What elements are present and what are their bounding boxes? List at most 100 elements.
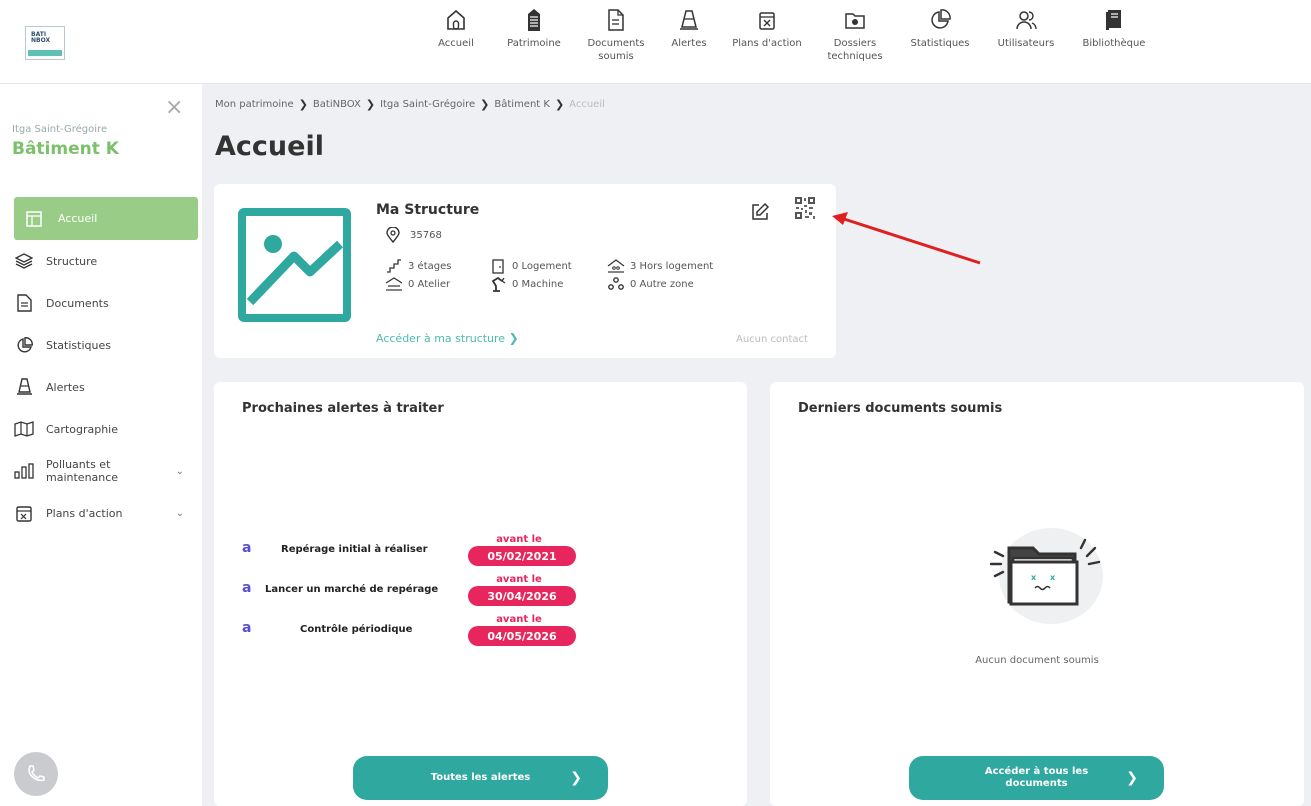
nav-utilisateurs[interactable]: Utilisateurs: [982, 0, 1070, 84]
sidebar-item-polluants[interactable]: Polluants et maintenance ⌄: [14, 450, 198, 492]
structure-name: Ma Structure: [376, 202, 480, 218]
alert-date-badge: 04/05/2026: [468, 626, 576, 646]
alert-label: Lancer un marché de repérage: [265, 584, 439, 595]
alert-marker: a: [242, 620, 252, 636]
layers-icon: [14, 253, 34, 269]
stat-logement: 0 Logement: [488, 258, 606, 274]
edit-icon[interactable]: [750, 202, 770, 226]
alert-date-badge: 30/04/2026: [468, 586, 576, 606]
breadcrumb-item[interactable]: Itga Saint-Grégoire: [380, 99, 475, 110]
workshop-icon: [384, 277, 404, 291]
sidebar-item-structure[interactable]: Structure: [14, 240, 198, 282]
alert-label: Repérage initial à réaliser: [281, 544, 428, 555]
top-navigation-bar: BATI NBOX Accueil Patrimoine Documents s…: [0, 0, 1311, 84]
document-icon: [14, 294, 34, 312]
phone-icon[interactable]: [14, 752, 58, 796]
chevron-down-icon[interactable]: ⌄: [176, 466, 184, 477]
robot-arm-icon: [488, 276, 508, 292]
chevron-right-icon: ❯: [480, 98, 490, 111]
nav-plans-action[interactable]: Plans d'action: [722, 0, 812, 84]
alert-before-label: avant le: [496, 614, 542, 625]
structure-contact: Aucun contact: [736, 334, 808, 345]
empty-state-text: Aucun document soumis: [975, 655, 1099, 666]
roof-icon: [606, 259, 626, 273]
sidebar-subtitle: Itga Saint-Grégoire: [12, 124, 108, 135]
sidebar-item-documents[interactable]: Documents: [14, 282, 198, 324]
alert-label: Contrôle périodique: [300, 624, 413, 635]
logo-text: BATI NBOX: [31, 31, 51, 44]
chevron-right-icon: ❯: [1126, 770, 1138, 786]
main-nav: Accueil Patrimoine Documents soumis Aler…: [420, 0, 1158, 84]
qr-code-icon[interactable]: [794, 196, 816, 220]
breadcrumb-item[interactable]: Bâtiment K: [494, 99, 550, 110]
svg-text:x: x: [1031, 573, 1037, 582]
alerts-list: a Repérage initial à réaliser avant le 0…: [242, 534, 582, 655]
chevron-right-icon: ❯: [508, 331, 519, 345]
nav-alertes[interactable]: Alertes: [656, 0, 722, 84]
sidebar: × Itga Saint-Grégoire Bâtiment K Accueil…: [0, 84, 202, 806]
documents-panel-title: Derniers documents soumis: [798, 401, 1003, 416]
document-icon: [605, 8, 627, 32]
chevron-right-icon: ❯: [365, 98, 376, 111]
svg-text:x: x: [1050, 573, 1056, 582]
stat-autre-zone: 0 Autre zone: [606, 277, 694, 291]
pie-chart-icon: [929, 8, 951, 32]
map-icon: [14, 421, 34, 437]
alert-item[interactable]: a Repérage initial à réaliser avant le 0…: [242, 534, 582, 575]
calendar-x-icon: [756, 8, 778, 32]
users-icon: [1015, 8, 1037, 32]
sidebar-item-accueil[interactable]: Accueil: [14, 197, 198, 240]
stat-machine: 0 Machine: [488, 276, 606, 292]
stat-etages: 3 étages: [384, 259, 488, 273]
door-icon: [488, 258, 508, 274]
nav-dossiers-techniques[interactable]: Dossiers techniques: [812, 0, 898, 84]
sidebar-item-cartographie[interactable]: Cartographie: [14, 408, 198, 450]
nav-documents-soumis[interactable]: Documents soumis: [576, 0, 656, 84]
sidebar-item-alertes[interactable]: Alertes: [14, 366, 198, 408]
structure-card: Ma Structure 35768 3 étages 0 Logement 3…: [214, 184, 836, 358]
sidebar-item-plans-action[interactable]: Plans d'action ⌄: [14, 492, 198, 534]
alert-marker: a: [242, 540, 252, 556]
chevron-right-icon: ❯: [298, 98, 308, 111]
alert-before-label: avant le: [496, 574, 542, 585]
structure-link[interactable]: Accéder à ma structure ❯: [376, 331, 519, 345]
breadcrumb-item[interactable]: BatiNBOX: [313, 99, 361, 110]
close-icon[interactable]: ×: [165, 97, 183, 119]
sidebar-item-statistiques[interactable]: Statistiques: [14, 324, 198, 366]
nav-statistiques[interactable]: Statistiques: [898, 0, 982, 84]
breadcrumb: Mon patrimoine ❯ BatiNBOX ❯ Itga Saint-Gré…: [215, 98, 605, 111]
building-icon: [523, 8, 545, 32]
breadcrumb-item[interactable]: Mon patrimoine: [215, 99, 294, 110]
chevron-right-icon: ❯: [570, 770, 582, 786]
page-title: Accueil: [215, 131, 324, 162]
nav-bibliotheque[interactable]: Bibliothèque: [1070, 0, 1158, 84]
breadcrumb-current: Accueil: [569, 99, 605, 110]
all-documents-button[interactable]: Accéder à tous les documents ❯: [909, 756, 1164, 800]
zones-icon: [606, 277, 626, 291]
library-icon: [1103, 8, 1125, 32]
stat-atelier: 0 Atelier: [384, 277, 488, 291]
sidebar-title: Bâtiment K: [12, 139, 119, 159]
folder-icon: [844, 8, 866, 32]
cone-icon: [678, 8, 700, 32]
alert-marker: a: [242, 580, 252, 596]
nav-patrimoine[interactable]: Patrimoine: [492, 0, 576, 84]
documents-panel: Derniers documents soumis x x Aucun docu…: [770, 382, 1304, 806]
alerts-panel: Prochaines alertes à traiter a Repérage …: [214, 382, 747, 806]
alert-item[interactable]: a Lancer un marché de repérage avant le …: [242, 574, 582, 615]
batinbox-logo[interactable]: BATI NBOX: [25, 26, 65, 60]
layout-icon: [24, 210, 44, 227]
stairs-icon: [384, 259, 404, 273]
alert-date-badge: 05/02/2021: [468, 546, 576, 566]
location-pin-icon: [386, 227, 400, 243]
nav-accueil[interactable]: Accueil: [420, 0, 492, 84]
calendar-x-icon: [14, 505, 34, 522]
alerts-panel-title: Prochaines alertes à traiter: [242, 401, 444, 416]
all-alerts-button[interactable]: Toutes les alertes ❯: [353, 756, 608, 800]
alert-item[interactable]: a Contrôle périodique avant le 04/05/202…: [242, 614, 582, 655]
bar-chart-icon: [14, 463, 34, 479]
empty-folder-icon: x x: [989, 528, 1103, 624]
chevron-down-icon[interactable]: ⌄: [176, 508, 184, 519]
pie-chart-icon: [14, 336, 34, 354]
sidebar-menu: Accueil Structure Documents Statistiques…: [14, 197, 198, 534]
